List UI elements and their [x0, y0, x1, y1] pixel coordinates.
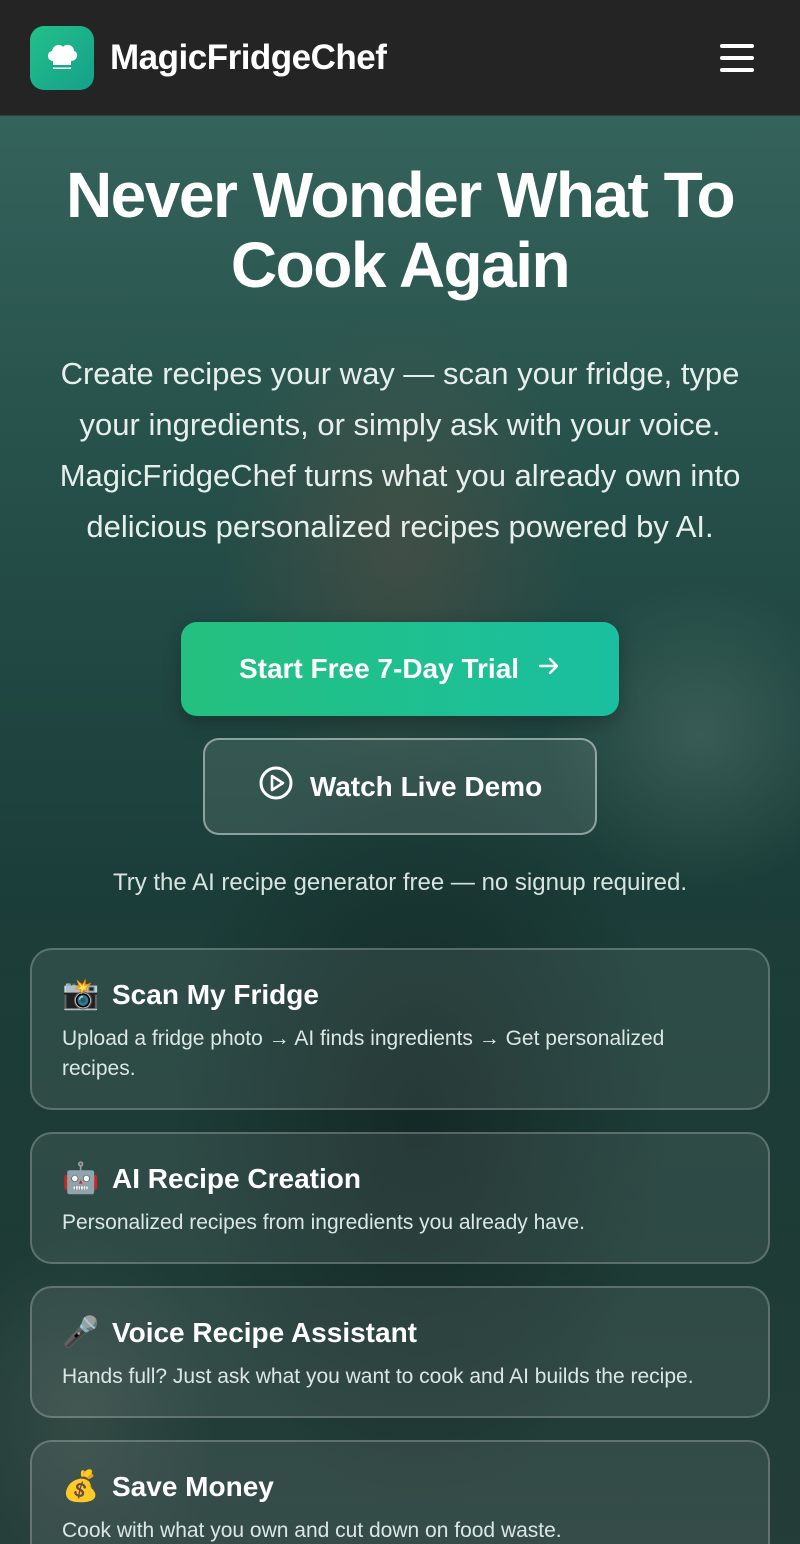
hamburger-menu-icon[interactable] — [720, 36, 764, 80]
watch-demo-button[interactable]: Watch Live Demo — [203, 738, 597, 835]
robot-icon: 🤖 — [62, 1161, 100, 1196]
feature-title: AI Recipe Creation — [112, 1163, 361, 1194]
hero-subtext: Create recipes your way — scan your frid… — [59, 356, 741, 544]
hero-section: Never Wonder What To Cook Again Create r… — [0, 116, 800, 897]
features-list: 📸 Scan My Fridge Upload a fridge photo →… — [30, 948, 770, 1544]
watch-demo-label: Watch Live Demo — [309, 770, 543, 802]
feature-card-save-money[interactable]: 💰 Save Money Cook with what you own and … — [30, 1440, 770, 1544]
site-header: MagicFridgeChef — [0, 0, 800, 116]
camera-flash-icon: 📸 — [62, 977, 100, 1012]
feature-description: Personalized recipes from ingredients yo… — [62, 1211, 585, 1234]
feature-title-row: 📸 Scan My Fridge — [62, 976, 740, 1014]
money-bag-icon: 💰 — [62, 1469, 100, 1504]
feature-description: Upload a fridge photo → AI finds ingredi… — [62, 1027, 665, 1080]
hero-headline: Never Wonder What To Cook Again — [65, 159, 736, 301]
menu-bar — [720, 55, 754, 60]
start-trial-button[interactable]: Start Free 7-Day Trial — [181, 622, 619, 716]
menu-bar — [720, 43, 754, 48]
page: MagicFridgeChef Never Wonder What To Coo… — [0, 0, 800, 1544]
trial-note: Try the AI recipe generator free — no si… — [112, 869, 688, 896]
feature-title: Scan My Fridge — [112, 979, 319, 1010]
menu-bar — [720, 67, 754, 72]
microphone-icon: 🎤 — [62, 1315, 100, 1350]
feature-title: Voice Recipe Assistant — [112, 1317, 418, 1348]
play-circle-icon — [258, 765, 294, 808]
feature-card-voice-assistant[interactable]: 🎤 Voice Recipe Assistant Hands full? Jus… — [30, 1286, 770, 1418]
feature-title-row: 🎤 Voice Recipe Assistant — [62, 1314, 740, 1352]
brand-name[interactable]: MagicFridgeChef — [110, 38, 387, 78]
feature-title: Save Money — [112, 1471, 274, 1502]
feature-description: Hands full? Just ask what you want to co… — [62, 1365, 694, 1388]
feature-title-row: 💰 Save Money — [62, 1468, 740, 1506]
feature-description: Cook with what you own and cut down on f… — [62, 1519, 562, 1542]
feature-card-ai-recipe[interactable]: 🤖 AI Recipe Creation Personalized recipe… — [30, 1132, 770, 1264]
feature-card-scan-fridge[interactable]: 📸 Scan My Fridge Upload a fridge photo →… — [30, 948, 770, 1110]
start-trial-label: Start Free 7-Day Trial — [238, 653, 520, 684]
feature-title-row: 🤖 AI Recipe Creation — [62, 1160, 740, 1198]
chef-hat-icon[interactable] — [30, 25, 94, 90]
arrow-right-icon — [537, 653, 561, 685]
